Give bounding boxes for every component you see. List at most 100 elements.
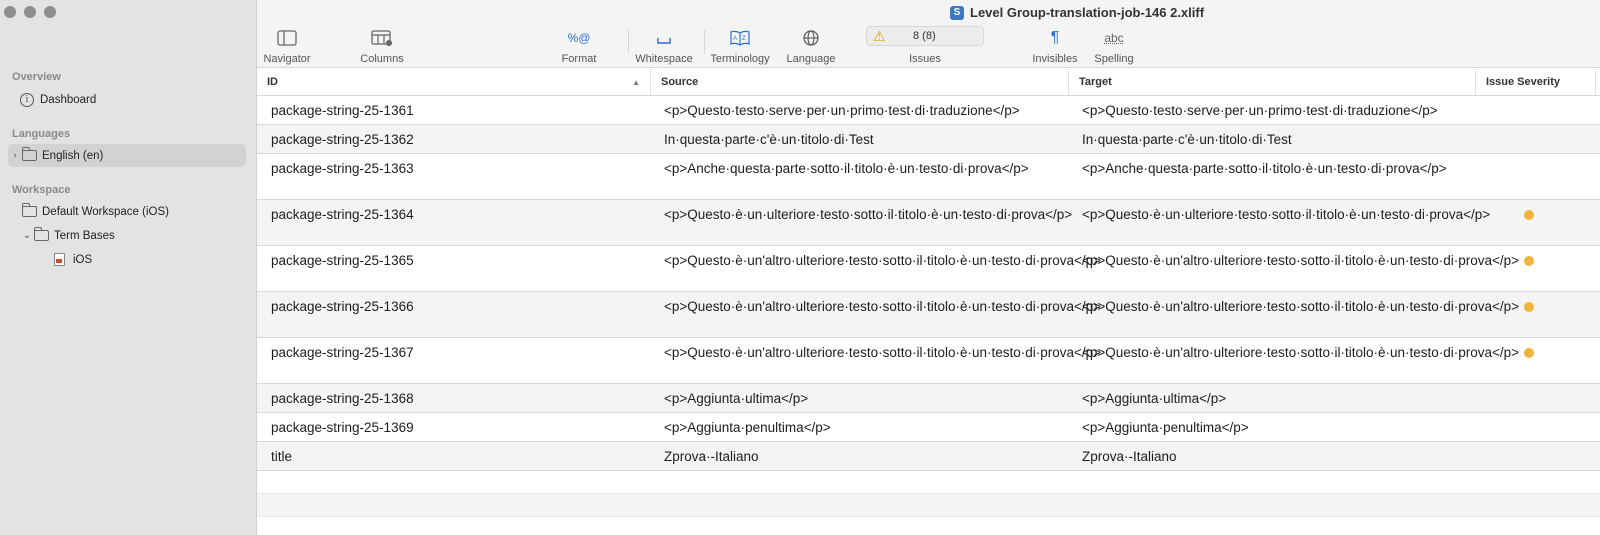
- navigator-label: Navigator: [263, 53, 311, 65]
- svg-text:A: A: [733, 36, 737, 42]
- format-button[interactable]: %@ Format: [559, 28, 599, 65]
- navigator-button[interactable]: Navigator: [262, 28, 312, 65]
- cell-issue-severity: [1476, 292, 1596, 337]
- pilcrow-icon: ¶: [1050, 29, 1060, 46]
- column-header-target[interactable]: Target: [1069, 69, 1476, 95]
- sidebar-item-term-bases[interactable]: ⌄ Term Bases: [22, 224, 260, 247]
- chevron-right-icon[interactable]: ›: [8, 150, 22, 161]
- sidebar-item-label: Term Bases: [54, 229, 115, 242]
- table-row[interactable]: title Zprova·-Italiano Zprova·-Italiano: [257, 442, 1600, 471]
- cell-id[interactable]: package-string-25-1367: [257, 338, 651, 383]
- terminology-button[interactable]: AZ Terminology: [708, 28, 772, 65]
- column-header-issue-severity[interactable]: Issue Severity: [1476, 69, 1596, 95]
- invisibles-label: Invisibles: [1032, 53, 1078, 65]
- sidebar-item-default-workspace[interactable]: Default Workspace (iOS): [22, 200, 260, 223]
- cell-target[interactable]: <p>Questo·testo·serve·per·un·primo·test·…: [1069, 96, 1476, 124]
- cell-issue-severity: [1476, 384, 1596, 412]
- zoom-window-button[interactable]: [44, 6, 56, 18]
- columns-button[interactable]: Columns: [357, 28, 407, 65]
- cell-id[interactable]: package-string-25-1364: [257, 200, 651, 245]
- table-row[interactable]: package-string-25-1369 <p>Aggiunta·penult…: [257, 413, 1600, 442]
- cell-target[interactable]: <p>Questo·è·un'altro·ulteriore·testo·sot…: [1069, 292, 1519, 337]
- cell-id[interactable]: package-string-25-1361: [257, 96, 651, 124]
- cell-source[interactable]: <p>Questo·è·un'altro·ulteriore·testo·sot…: [651, 338, 1101, 383]
- table-row[interactable]: package-string-25-1365 <p>Questo·è·un'alt…: [257, 246, 1600, 292]
- cell-id[interactable]: package-string-25-1363: [257, 154, 651, 199]
- cell-target[interactable]: <p>Aggiunta·ultima</p>: [1069, 384, 1476, 412]
- sidebar-item-language-english[interactable]: › English (en): [8, 144, 246, 167]
- cell-issue-severity: [1476, 338, 1596, 383]
- cell-target[interactable]: <p>Questo·è·un'altro·ulteriore·testo·sot…: [1069, 246, 1519, 291]
- spelling-button[interactable]: abc Spelling: [1092, 28, 1136, 65]
- cell-issue-severity: [1476, 442, 1596, 470]
- table-row[interactable]: package-string-25-1362 In·questa·parte·c'…: [257, 125, 1600, 154]
- svg-text:Z: Z: [742, 36, 746, 42]
- column-header-source[interactable]: Source: [651, 69, 1069, 95]
- warning-severity-dot-icon[interactable]: [1524, 256, 1534, 266]
- column-header-id[interactable]: ID ▲: [257, 69, 651, 95]
- sidebar-section-languages: Languages: [12, 128, 71, 140]
- sidebar-item-term-base-ios[interactable]: iOS: [54, 248, 244, 271]
- sidebar-toggle-icon: [277, 28, 297, 48]
- issues-box[interactable]: ⚠ 8 (8): [866, 26, 984, 46]
- format-placeholder-icon: %@: [567, 31, 591, 45]
- whitespace-icon: [656, 28, 672, 48]
- empty-row: [257, 494, 1600, 517]
- folder-icon: [34, 227, 49, 241]
- cell-source[interactable]: In·questa·parte·c'è·un·titolo·di·Test: [651, 125, 1069, 153]
- minimize-window-button[interactable]: [24, 6, 36, 18]
- language-button[interactable]: Language: [783, 28, 839, 65]
- cell-issue-severity: [1476, 125, 1596, 153]
- cell-source[interactable]: <p>Aggiunta·ultima</p>: [651, 384, 1069, 412]
- cell-id[interactable]: title: [257, 442, 651, 470]
- columns-icon: [371, 28, 393, 48]
- close-window-button[interactable]: [4, 6, 16, 18]
- columns-label: Columns: [360, 53, 404, 65]
- cell-target[interactable]: Zprova·-Italiano: [1069, 442, 1476, 470]
- cell-target[interactable]: <p>Questo·è·un·ulteriore·testo·sotto·il·…: [1069, 200, 1490, 245]
- format-label: Format: [561, 53, 597, 65]
- issues-label: Issues: [909, 53, 941, 65]
- invisibles-button[interactable]: ¶ Invisibles: [1027, 28, 1083, 65]
- toolbar-divider: [704, 30, 705, 54]
- cell-id[interactable]: package-string-25-1366: [257, 292, 651, 337]
- warning-severity-dot-icon[interactable]: [1524, 210, 1534, 220]
- window-title-text: Level Group-translation-job-146 2.xliff: [970, 5, 1205, 20]
- sidebar-item-label: Default Workspace (iOS): [42, 205, 169, 218]
- sidebar-item-label: Dashboard: [40, 93, 97, 106]
- chevron-down-icon[interactable]: ⌄: [20, 230, 34, 241]
- cell-source[interactable]: <p>Questo·è·un'altro·ulteriore·testo·sot…: [651, 246, 1101, 291]
- cell-target[interactable]: In·questa·parte·c'è·un·titolo·di·Test: [1069, 125, 1476, 153]
- cell-source[interactable]: Zprova·-Italiano: [651, 442, 1069, 470]
- issues-control[interactable]: ⚠ 8 (8) Issues: [866, 26, 984, 65]
- cell-id[interactable]: package-string-25-1365: [257, 246, 651, 291]
- cell-target[interactable]: <p>Aggiunta·penultima</p>: [1069, 413, 1476, 441]
- table-row[interactable]: package-string-25-1367 <p>Questo·è·un'alt…: [257, 338, 1600, 384]
- warning-severity-dot-icon[interactable]: [1524, 348, 1534, 358]
- cell-issue-severity: [1476, 200, 1596, 245]
- cell-target[interactable]: <p>Anche·questa·parte·sotto·il·titolo·è·…: [1069, 154, 1476, 199]
- cell-id[interactable]: package-string-25-1369: [257, 413, 651, 441]
- spelling-icon: abc: [1104, 31, 1124, 45]
- cell-source[interactable]: <p>Questo·è·un'altro·ulteriore·testo·sot…: [651, 292, 1101, 337]
- cell-source[interactable]: <p>Questo·testo·serve·per·un·primo·test·…: [651, 96, 1069, 124]
- table-row[interactable]: package-string-25-1368 <p>Aggiunta·ultima…: [257, 384, 1600, 413]
- terminology-book-icon: AZ: [730, 28, 750, 48]
- cell-source[interactable]: <p>Aggiunta·penultima</p>: [651, 413, 1069, 441]
- table-row[interactable]: package-string-25-1361 <p>Questo·testo·se…: [257, 96, 1600, 125]
- cell-target[interactable]: <p>Questo·è·un'altro·ulteriore·testo·sot…: [1069, 338, 1519, 383]
- warning-severity-dot-icon[interactable]: [1524, 302, 1534, 312]
- cell-id[interactable]: package-string-25-1362: [257, 125, 651, 153]
- issues-count: 8 (8): [913, 30, 936, 42]
- table-row[interactable]: package-string-25-1364 <p>Questo·è·un·ult…: [257, 200, 1600, 246]
- table-row[interactable]: package-string-25-1366 <p>Questo·è·un'alt…: [257, 292, 1600, 338]
- whitespace-button[interactable]: Whitespace: [634, 28, 694, 65]
- table-row[interactable]: package-string-25-1363 <p>Anche·questa·pa…: [257, 154, 1600, 200]
- table-header: ID ▲ Source Target Issue Severity: [257, 69, 1600, 96]
- file-icon: [54, 253, 65, 266]
- table-body: package-string-25-1361 <p>Questo·testo·se…: [257, 96, 1600, 471]
- cell-id[interactable]: package-string-25-1368: [257, 384, 651, 412]
- cell-source[interactable]: <p>Questo·è·un·ulteriore·testo·sotto·il·…: [651, 200, 1072, 245]
- cell-source[interactable]: <p>Anche·questa·parte·sotto·il·titolo·è·…: [651, 154, 1069, 199]
- sidebar-item-dashboard[interactable]: i Dashboard: [20, 88, 258, 111]
